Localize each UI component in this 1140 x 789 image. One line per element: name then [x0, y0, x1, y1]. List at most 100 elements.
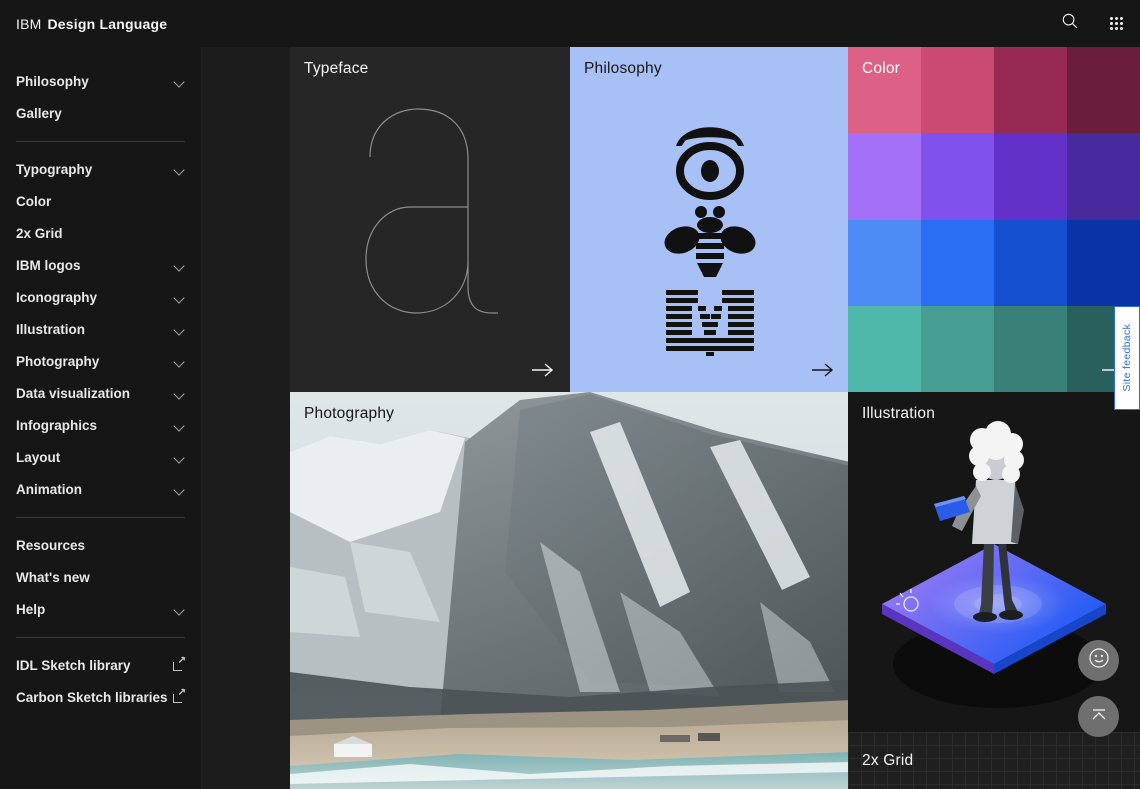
sidebar-item-infographics[interactable]: Infographics — [0, 409, 201, 441]
color-swatch-1 — [921, 47, 994, 134]
search-button[interactable] — [1046, 0, 1093, 47]
sidebar-item-carbon-sketch-libraries[interactable]: Carbon Sketch libraries — [0, 681, 201, 713]
sidebar-item-2x-grid[interactable]: 2x Grid — [0, 217, 201, 249]
sidebar-item-data-visualization[interactable]: Data visualization — [0, 377, 201, 409]
sidebar-item-label: Resources — [16, 537, 86, 553]
card-title: Color — [862, 60, 901, 77]
sidebar-group-4: IDL Sketch library Carbon Sketch librari… — [0, 649, 201, 713]
sidebar-item-gallery[interactable]: Gallery — [0, 97, 201, 129]
sidebar-item-label: Photography — [16, 353, 100, 369]
chevron-down-icon[interactable] — [174, 292, 185, 303]
sidebar-item-animation[interactable]: Animation — [0, 473, 201, 505]
typeface-letter-a-outline — [365, 108, 498, 314]
layout-gutter — [202, 47, 290, 789]
card-title: Typeface — [304, 60, 369, 77]
sidebar-divider-1 — [16, 141, 185, 142]
sidebar-item-label: Philosophy — [16, 73, 89, 89]
search-icon — [1061, 12, 1079, 35]
sidebar-item-label: 2x Grid — [16, 225, 63, 241]
sidebar-item-label: IBM logos — [16, 257, 81, 273]
color-swatch-5 — [921, 133, 994, 220]
sidebar-group-1: Philosophy Gallery — [0, 65, 201, 129]
site-feedback-label: Site feedback — [1121, 324, 1133, 392]
color-swatch-6 — [994, 133, 1067, 220]
chevron-down-icon[interactable] — [174, 388, 185, 399]
chevron-down-icon[interactable] — [174, 420, 185, 431]
sidebar-item-label: Layout — [16, 449, 61, 465]
sidebar-item-label: Help — [16, 601, 46, 617]
sidebar-item-philosophy[interactable]: Philosophy — [0, 65, 201, 97]
back-to-top-icon — [1088, 703, 1110, 730]
brand-prefix: IBM — [16, 15, 42, 32]
app-grid-icon — [1110, 17, 1123, 30]
sidebar-item-label: Typography — [16, 161, 93, 177]
chevron-down-icon[interactable] — [174, 164, 185, 175]
back-to-top-button[interactable] — [1078, 696, 1119, 737]
color-swatch-7 — [1067, 133, 1140, 220]
color-swatch-13 — [921, 305, 994, 392]
chevron-down-icon[interactable] — [174, 324, 185, 335]
color-swatch-2 — [994, 47, 1067, 134]
feedback-fab-button[interactable] — [1078, 640, 1119, 681]
arrow-right-icon — [532, 362, 554, 378]
brand-name: Design Language — [47, 15, 168, 32]
color-swatch-9 — [921, 219, 994, 306]
external-link-icon — [173, 687, 186, 703]
chevron-down-icon[interactable] — [174, 484, 185, 495]
sidebar-item-help[interactable]: Help — [0, 593, 201, 625]
sidebar-divider-3 — [16, 637, 185, 638]
chevron-down-icon[interactable] — [174, 604, 185, 615]
sidebar-nav: Philosophy Gallery Typography Color 2x G… — [0, 47, 202, 789]
sidebar-item-whats-new[interactable]: What's new — [0, 561, 201, 593]
sidebar-item-label: Illustration — [16, 321, 86, 337]
sidebar-item-layout[interactable]: Layout — [0, 441, 201, 473]
sidebar-item-label: Data visualization — [16, 385, 131, 401]
sidebar-item-label: Animation — [16, 481, 82, 497]
chevron-down-icon[interactable] — [174, 452, 185, 463]
chevron-down-icon[interactable] — [174, 260, 185, 271]
color-swatch-12 — [848, 305, 921, 392]
card-color[interactable]: Color — [848, 47, 1140, 392]
card-typeface[interactable]: Typeface — [290, 47, 570, 392]
sidebar-item-idl-sketch-library[interactable]: IDL Sketch library — [0, 649, 201, 681]
sidebar-item-illustration[interactable]: Illustration — [0, 313, 201, 345]
sidebar-item-ibm-logos[interactable]: IBM logos — [0, 249, 201, 281]
sidebar-item-typography[interactable]: Typography — [0, 153, 201, 185]
color-swatch-grid — [848, 47, 1140, 392]
sidebar-item-photography[interactable]: Photography — [0, 345, 201, 377]
chevron-down-icon[interactable] — [174, 76, 185, 87]
card-photography[interactable]: Photography — [290, 392, 850, 789]
sidebar-group-2: Typography Color 2x Grid IBM logos Icono… — [0, 153, 201, 505]
color-swatch-3 — [1067, 47, 1140, 134]
card-title: Philosophy — [584, 60, 662, 77]
card-title: 2x Grid — [862, 752, 914, 769]
sidebar-item-label: Iconography — [16, 289, 98, 305]
card-philosophy[interactable]: Philosophy — [570, 47, 850, 392]
sidebar-item-label: What's new — [16, 569, 90, 585]
sidebar-item-label: Carbon Sketch libraries — [16, 689, 168, 705]
eye-bee-m-rebus-icon — [664, 127, 756, 356]
card-illustration[interactable]: Illustration — [848, 392, 1140, 732]
sidebar-item-label: Infographics — [16, 417, 98, 433]
site-feedback-tab[interactable]: Site feedback — [1114, 306, 1140, 410]
isometric-person-illustration — [882, 421, 1106, 708]
sidebar-item-label: IDL Sketch library — [16, 657, 131, 673]
color-swatch-8 — [848, 219, 921, 306]
sidebar-item-label: Gallery — [16, 105, 62, 121]
sidebar-item-resources[interactable]: Resources — [0, 529, 201, 561]
color-swatch-14 — [994, 305, 1067, 392]
card-2x-grid[interactable]: 2x Grid — [848, 732, 1140, 789]
card-grid: Typeface Philosophy Color Photography Il… — [290, 47, 1140, 789]
app-switcher-button[interactable] — [1093, 0, 1140, 47]
brand-logo[interactable]: IBM Design Language — [0, 16, 167, 32]
chevron-down-icon[interactable] — [174, 356, 185, 367]
sidebar-item-label: Color — [16, 193, 52, 209]
sidebar-item-iconography[interactable]: Iconography — [0, 281, 201, 313]
color-swatch-11 — [1067, 219, 1140, 306]
sidebar-item-color[interactable]: Color — [0, 185, 201, 217]
smiley-face-icon — [1088, 647, 1110, 674]
card-title: Illustration — [862, 405, 936, 422]
photography-landscape-image — [290, 392, 850, 789]
color-swatch-10 — [994, 219, 1067, 306]
app-header: IBM Design Language — [0, 0, 1140, 47]
